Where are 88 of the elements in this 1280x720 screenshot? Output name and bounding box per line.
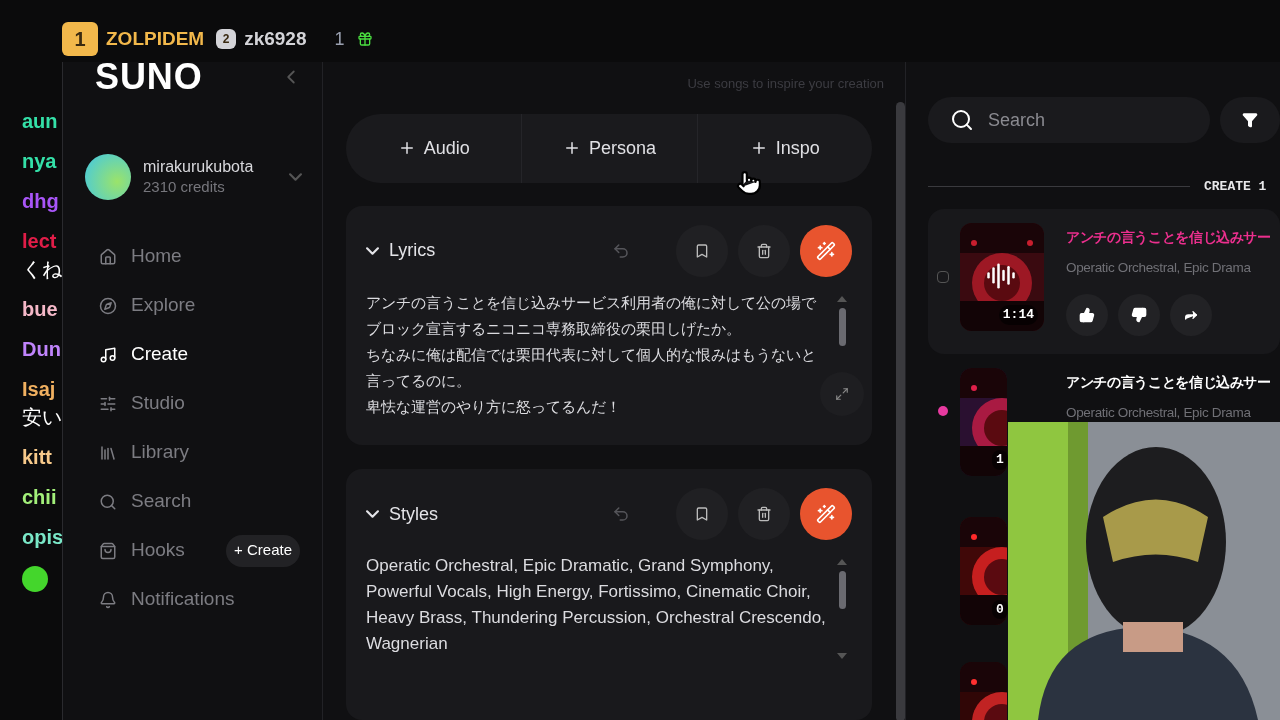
chat-message: 安い [22,406,62,428]
scrollbar-thumb[interactable] [895,102,905,720]
chevron-icon [366,246,379,255]
like-button[interactable] [1066,293,1108,336]
section-toggle[interactable]: Styles [366,500,439,528]
scrollbar-thumb[interactable] [838,307,846,346]
chat-username: Dun [22,338,62,360]
nav-item[interactable]: Home [85,242,182,271]
ranking-name: zk6928 [244,26,307,51]
trash-icon [756,506,772,523]
chat-message: くね [22,258,62,280]
chat-username: chii [22,486,58,508]
search-icon [950,108,974,132]
magic-wand-button[interactable] [800,488,852,541]
add-button[interactable]: Persona [521,113,697,183]
bookmark-icon [694,242,710,259]
bag-icon [99,541,117,560]
avatar[interactable] [85,154,131,200]
share-button[interactable] [1170,293,1212,336]
section-toggle[interactable]: Lyrics [366,237,436,265]
bookmark-icon [694,506,710,523]
sliders-icon [99,394,117,413]
scroll-down-icon[interactable] [837,653,847,660]
filter-button[interactable] [1220,97,1280,143]
undo-icon[interactable] [612,505,630,524]
pointer-icon [736,168,762,198]
scrollbar-thumb[interactable] [838,571,846,610]
chat-username: kitt [22,446,53,468]
library-icon [99,443,117,462]
search-field[interactable]: Search [928,97,1210,143]
chat-username: dhg [22,190,60,212]
scroll-up-icon[interactable] [837,295,847,302]
section-heading: CREATE 1 [1204,178,1267,196]
song-subtitle: Operatic Orchestral, Epic Drama [1066,403,1252,422]
song-title[interactable]: アンチの言うことを信じ込みサー [1066,226,1271,248]
gift-count: 1 [334,27,345,51]
rank-badge: 2 [216,29,237,49]
username: mirakurukubota [143,157,255,177]
chat-username: aun [22,110,59,132]
select-checkbox[interactable] [937,270,949,283]
trash-icon [756,242,772,259]
duration: 0 [992,599,1008,619]
song-title[interactable]: アンチの言うことを信じ込みサー [1066,371,1271,393]
thumbs-up-icon [1079,306,1095,323]
chevron-icon [289,173,302,181]
wand-icon [816,504,836,525]
nav-item[interactable]: Explore [85,291,196,320]
compass-icon [99,296,117,315]
lyrics-line: ちなみに俺は配信では栗田代表に対して個人的な恨みはもうないと言ってるのに。 [366,344,817,391]
lyrics-line: 卑怯な運営のやり方に怒ってるんだ！ [366,396,622,417]
nav-item[interactable]: Hooks [85,536,185,565]
styles-text: Operatic Orchestral, Epic Dramatic, Grand Symphony, Powerful Vocals, High Energy, Fortissimo, Cinematic Choir, Heavy Brass, Thundering Percussion, Orchestral Crescendo, Wagnerian [366,555,826,656]
filter-icon [1242,112,1258,128]
undo-icon[interactable] [612,241,630,260]
music-note-icon [99,345,117,364]
wand-icon [816,240,836,261]
ranking-name: ZOLPIDEM [106,26,205,51]
gift-icon [356,31,373,47]
magic-wand-button[interactable] [800,224,852,277]
nav-item[interactable]: Studio [85,389,185,418]
credits: 2310 credits [143,177,226,197]
chat-username: lect [22,230,58,252]
chat-username: nya [22,150,58,172]
duration: 1 [992,450,1008,470]
nav-item[interactable]: Notifications [85,585,235,614]
thumbs-down-icon [1131,306,1147,323]
chevron-icon [366,510,379,519]
chat-username: bue [22,298,59,320]
search-icon [99,492,117,511]
chat-username: opis [22,526,62,548]
song-row-card[interactable]: 1:14 アンチの言うことを信じ込みサー Operatic Orchestral, Epic Drama [928,208,1280,354]
rank-badge: 1 [62,22,98,56]
logo: SUNO [95,62,203,92]
home-icon [99,247,117,266]
emote-icon [22,566,48,592]
lyrics-line: アンチの言うことを信じ込みサービス利用者の俺に対して公の場でブロック宣言するニコニコ専務取締役の栗田しげたか。 [366,292,817,339]
duration: 1:14 [998,305,1038,325]
song-subtitle: Operatic Orchestral, Epic Drama [1066,258,1252,277]
dislike-button[interactable] [1118,293,1160,336]
nav-item[interactable]: Library [85,438,190,467]
chat-username: Isaj [22,378,57,400]
create-hook-button[interactable]: + Create [226,534,300,567]
bell-icon [99,590,117,609]
nav-item[interactable]: Search [85,487,192,516]
expand-icon [835,386,849,401]
add-button[interactable]: Audio [346,113,522,183]
scroll-up-icon[interactable] [837,559,847,566]
nav-item[interactable]: Create [85,340,189,369]
